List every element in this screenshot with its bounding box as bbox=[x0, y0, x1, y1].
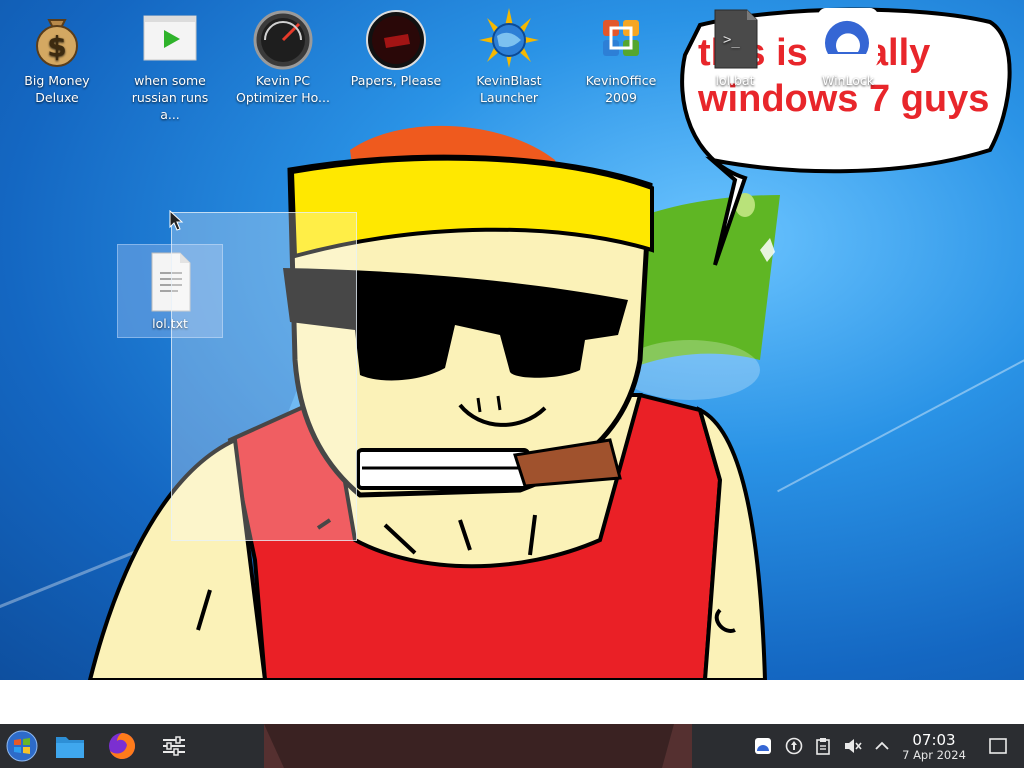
desktop-icon-kevin-pc-optimizer[interactable]: Kevin PC Optimizer Ho... bbox=[231, 6, 335, 106]
taskbar-task-area[interactable] bbox=[264, 724, 692, 768]
update-tray-button[interactable] bbox=[784, 736, 804, 756]
rubber-band-selection bbox=[171, 212, 357, 541]
sun-globe-icon bbox=[479, 8, 539, 68]
chevron-up-icon bbox=[875, 741, 889, 750]
desktop-icon-video[interactable]: when some russian runs a... bbox=[118, 6, 222, 123]
sliders-icon bbox=[163, 736, 185, 756]
winlock-tray-icon bbox=[755, 738, 771, 754]
clock-time[interactable]: 07:03 bbox=[900, 731, 968, 749]
start-menu-button[interactable] bbox=[3, 728, 41, 764]
clipboard-tray-button[interactable] bbox=[813, 736, 833, 756]
firefox-icon bbox=[109, 733, 135, 759]
office-icon bbox=[603, 20, 639, 56]
settings-button[interactable] bbox=[155, 728, 193, 764]
volume-muted-icon bbox=[845, 739, 862, 753]
tray-expand-button[interactable] bbox=[872, 736, 892, 756]
clipboard-icon bbox=[816, 738, 830, 755]
clock-date[interactable]: 7 Apr 2024 bbox=[896, 748, 972, 762]
money-bag-icon: $ bbox=[36, 19, 78, 67]
svg-text:$: $ bbox=[47, 30, 66, 63]
windows-orb-icon bbox=[6, 730, 38, 762]
terminal-script-icon: >_ bbox=[714, 9, 758, 69]
desktop-bottom-band bbox=[0, 680, 1024, 724]
folder-icon bbox=[56, 737, 84, 758]
desktop-icon-kevinblast-launcher[interactable]: KevinBlast Launcher bbox=[457, 6, 561, 106]
show-desktop-icon bbox=[989, 738, 1007, 754]
desktop-icon-lol-bat[interactable]: >_ lol.bat bbox=[683, 6, 787, 89]
desktop-icon-big-money-deluxe[interactable]: $ Big Money Deluxe bbox=[5, 6, 109, 106]
desktop-icon-winlock[interactable]: WinLock bbox=[796, 6, 900, 89]
taskbar bbox=[0, 724, 1024, 768]
speedometer-icon bbox=[253, 10, 313, 70]
green-flag-pane bbox=[640, 195, 780, 365]
winlock-tray-button[interactable] bbox=[753, 736, 773, 756]
video-play-icon bbox=[143, 15, 197, 61]
desktop-icon-kevinoffice-2009[interactable]: KevinOffice 2009 bbox=[569, 6, 673, 106]
update-tray-icon bbox=[785, 737, 803, 755]
volume-tray-button[interactable] bbox=[843, 736, 863, 756]
desktop-icon-papers-please[interactable]: Papers, Please bbox=[344, 6, 448, 89]
firefox-button[interactable] bbox=[103, 728, 141, 764]
lock-app-icon bbox=[818, 8, 878, 68]
papers-please-icon bbox=[366, 10, 426, 70]
mouse-cursor-icon bbox=[169, 210, 184, 231]
svg-text:>_: >_ bbox=[723, 32, 740, 48]
show-desktop-button[interactable] bbox=[988, 736, 1008, 756]
file-manager-button[interactable] bbox=[51, 728, 89, 764]
